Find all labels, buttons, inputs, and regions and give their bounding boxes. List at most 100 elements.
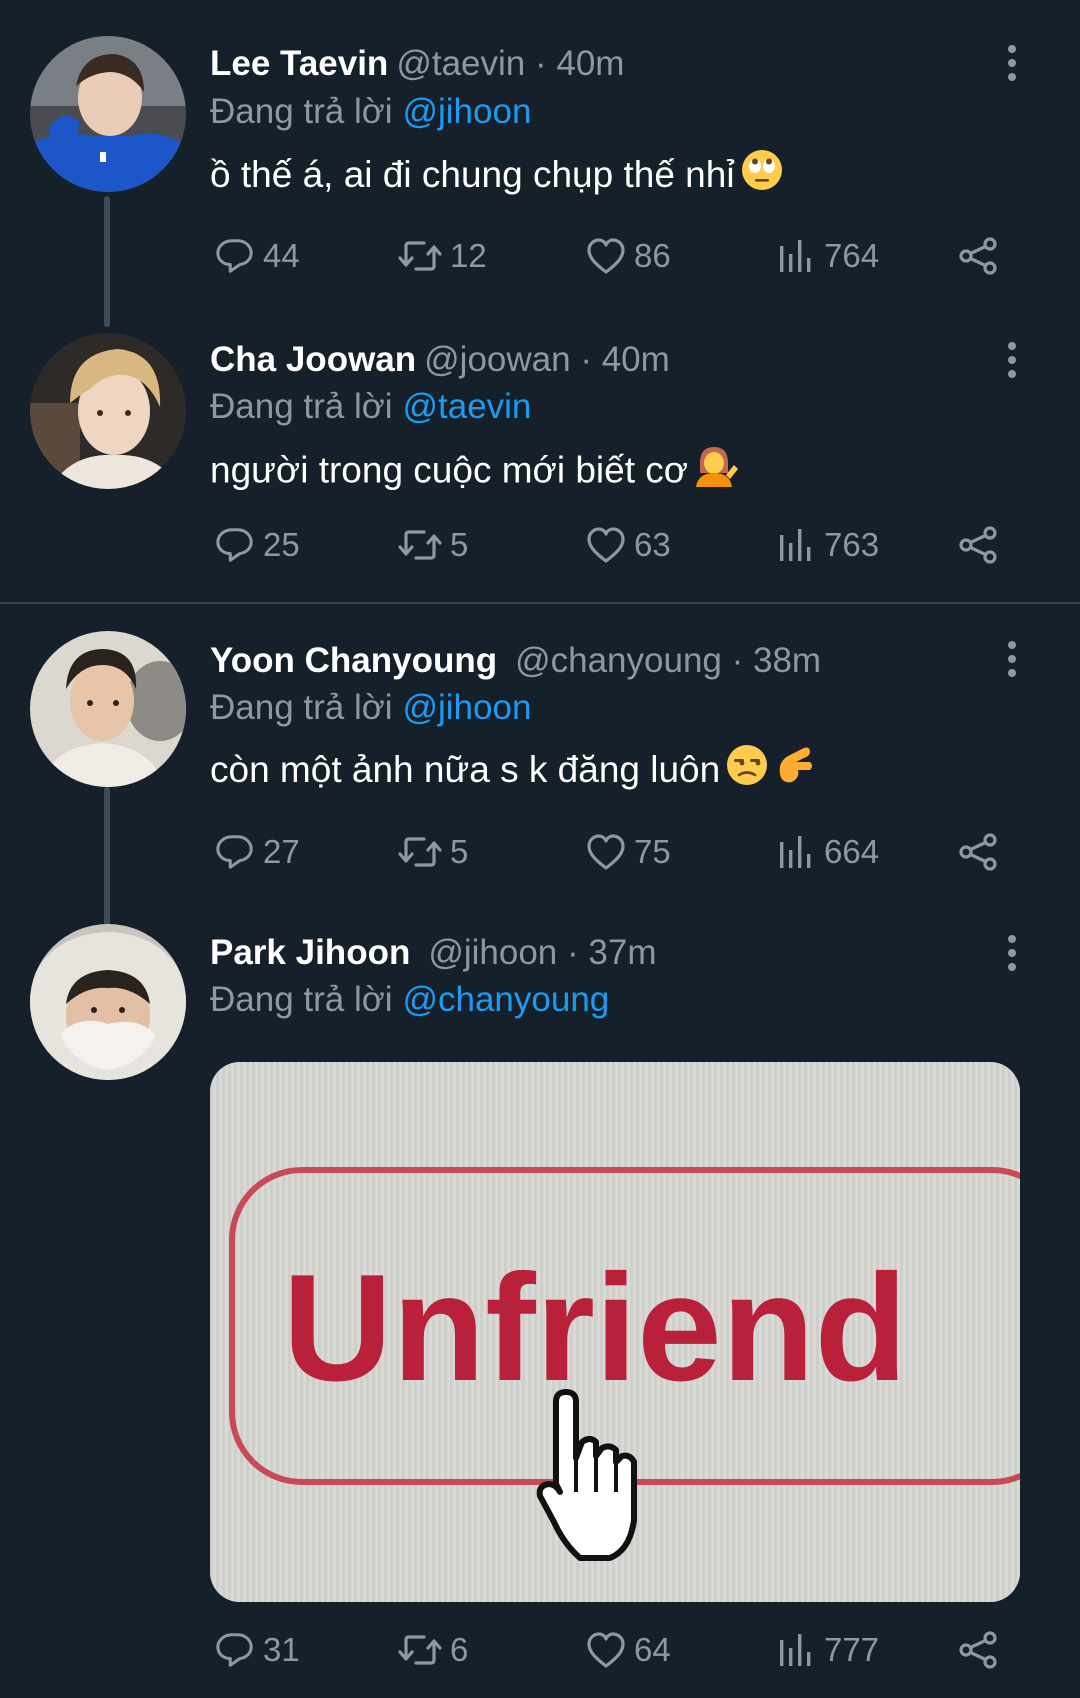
tweet-text-content: còn một ảnh nữa s k đăng luôn bbox=[210, 749, 721, 790]
view-count: 764 bbox=[824, 237, 880, 274]
retweet-button[interactable]: 6 bbox=[398, 1620, 468, 1680]
vertical-dots-icon bbox=[1008, 935, 1016, 943]
reply-count: 25 bbox=[263, 526, 300, 563]
heart-icon bbox=[587, 834, 625, 870]
retweet-button[interactable]: 5 bbox=[398, 515, 468, 575]
more-options-button[interactable] bbox=[992, 33, 1032, 93]
user-handle[interactable]: @joowan bbox=[424, 340, 570, 379]
reply-count: 44 bbox=[263, 237, 300, 274]
tweet-actions: 25 5 63 763 bbox=[210, 515, 1010, 575]
timestamp[interactable]: · 40m bbox=[535, 44, 624, 83]
user-handle[interactable]: @chanyoung bbox=[515, 641, 722, 680]
tweet-text: ồ thế á, ai đi chung chụp thế nhỉ bbox=[210, 148, 1020, 202]
share-icon bbox=[959, 526, 997, 564]
reply-context: Đang trả lời @jihoon bbox=[210, 684, 531, 732]
view-count: 664 bbox=[824, 833, 880, 870]
like-count: 86 bbox=[634, 237, 671, 274]
reply-to-handle[interactable]: @chanyoung bbox=[402, 980, 609, 1019]
heart-icon bbox=[587, 527, 625, 563]
like-button[interactable]: 64 bbox=[586, 1620, 671, 1680]
tweet-media-image[interactable]: Unfriend bbox=[210, 1062, 1020, 1602]
avatar[interactable] bbox=[30, 924, 186, 1080]
reply-to-handle[interactable]: @taevin bbox=[402, 387, 531, 426]
share-button[interactable] bbox=[958, 515, 998, 575]
like-button[interactable]: 63 bbox=[586, 515, 671, 575]
tweet-header: Yoon Chanyoung @chanyoung · 38m bbox=[210, 637, 970, 685]
user-handle[interactable]: @jihoon bbox=[428, 933, 557, 972]
share-button[interactable] bbox=[958, 226, 998, 286]
tweet-header: Park Jihoon @jihoon · 37m bbox=[210, 929, 970, 977]
tweet-text: người trong cuộc mới biết cơ bbox=[210, 443, 1020, 497]
tweet-yoon-chanyoung[interactable]: Yoon Chanyoung @chanyoung · 38m Đang trả … bbox=[0, 604, 1080, 927]
retweet-icon bbox=[398, 530, 442, 560]
share-button[interactable] bbox=[958, 822, 998, 882]
view-count: 777 bbox=[824, 1631, 880, 1668]
tweet-actions: 31 6 64 777 bbox=[210, 1620, 1010, 1680]
views-button[interactable]: 664 bbox=[776, 822, 879, 882]
tweet-header: Cha Joowan @joowan · 40m bbox=[210, 336, 970, 384]
bar-chart-icon bbox=[780, 240, 811, 272]
unamused-face-icon bbox=[726, 744, 768, 801]
avatar[interactable] bbox=[30, 333, 186, 489]
retweet-icon bbox=[398, 1635, 442, 1665]
vertical-dots-icon bbox=[1008, 641, 1016, 649]
speech-bubble-icon bbox=[216, 1633, 253, 1667]
like-button[interactable]: 75 bbox=[586, 822, 671, 882]
user-handle[interactable]: @taevin bbox=[396, 44, 525, 83]
reply-count: 31 bbox=[263, 1631, 300, 1668]
display-name[interactable]: Yoon Chanyoung bbox=[210, 641, 497, 680]
tweet-text-content: người trong cuộc mới biết cơ bbox=[210, 449, 689, 491]
tweet-actions: 27 5 75 664 bbox=[210, 822, 1010, 882]
timestamp[interactable]: · 38m bbox=[732, 641, 821, 680]
share-icon bbox=[959, 237, 997, 275]
unfriend-label: Unfriend bbox=[283, 1243, 908, 1413]
retweet-count: 5 bbox=[450, 833, 469, 870]
like-count: 75 bbox=[634, 833, 671, 870]
face-with-rolling-eyes-icon bbox=[741, 149, 783, 206]
more-options-button[interactable] bbox=[992, 923, 1032, 983]
bar-chart-icon bbox=[780, 1634, 811, 1666]
vertical-dots-icon bbox=[1008, 342, 1016, 350]
retweet-button[interactable]: 5 bbox=[398, 822, 468, 882]
views-button[interactable]: 763 bbox=[776, 515, 879, 575]
share-icon bbox=[959, 833, 997, 871]
speech-bubble-icon bbox=[216, 239, 253, 273]
retweet-button[interactable]: 12 bbox=[398, 226, 487, 286]
heart-icon bbox=[587, 1632, 625, 1668]
reply-button[interactable]: 27 bbox=[215, 822, 300, 882]
display-name[interactable]: Cha Joowan bbox=[210, 340, 416, 379]
display-name[interactable]: Lee Taevin bbox=[210, 44, 388, 83]
reply-prefix: Đang trả lời bbox=[210, 980, 393, 1019]
reply-button[interactable]: 44 bbox=[215, 226, 300, 286]
reply-count: 27 bbox=[263, 833, 300, 870]
reply-button[interactable]: 25 bbox=[215, 515, 300, 575]
reply-context: Đang trả lời @jihoon bbox=[210, 88, 531, 136]
views-button[interactable]: 764 bbox=[776, 226, 879, 286]
like-count: 64 bbox=[634, 1631, 671, 1668]
reply-button[interactable]: 31 bbox=[215, 1620, 300, 1680]
view-count: 763 bbox=[824, 526, 880, 563]
reply-prefix: Đang trả lời bbox=[210, 688, 393, 727]
bar-chart-icon bbox=[780, 836, 811, 868]
reply-context: Đang trả lời @chanyoung bbox=[210, 976, 609, 1024]
reply-to-handle[interactable]: @jihoon bbox=[402, 92, 531, 131]
display-name[interactable]: Park Jihoon bbox=[210, 933, 410, 972]
pinching-hand-icon bbox=[774, 744, 816, 801]
avatar[interactable] bbox=[30, 36, 186, 192]
tweet-lee-taevin[interactable]: Lee Taevin @taevin · 40m Đang trả lời @jih… bbox=[0, 0, 1080, 327]
views-button[interactable]: 777 bbox=[776, 1620, 879, 1680]
tweet-header: Lee Taevin @taevin · 40m bbox=[210, 40, 970, 88]
speech-bubble-icon bbox=[216, 835, 253, 869]
timestamp[interactable]: · 40m bbox=[580, 340, 669, 379]
tweet-cha-joowan[interactable]: Cha Joowan @joowan · 40m Đang trả lời @tae… bbox=[0, 297, 1080, 603]
like-button[interactable]: 86 bbox=[586, 226, 671, 286]
speech-bubble-icon bbox=[216, 528, 253, 562]
tweet-park-jihoon[interactable]: Park Jihoon @jihoon · 37m Đang trả lời @ch… bbox=[0, 894, 1080, 1698]
timestamp[interactable]: · 37m bbox=[567, 933, 656, 972]
avatar[interactable] bbox=[30, 631, 186, 787]
reply-to-handle[interactable]: @jihoon bbox=[402, 688, 531, 727]
share-button[interactable] bbox=[958, 1620, 998, 1680]
more-options-button[interactable] bbox=[992, 330, 1032, 390]
more-options-button[interactable] bbox=[992, 629, 1032, 689]
reply-prefix: Đang trả lời bbox=[210, 387, 393, 426]
